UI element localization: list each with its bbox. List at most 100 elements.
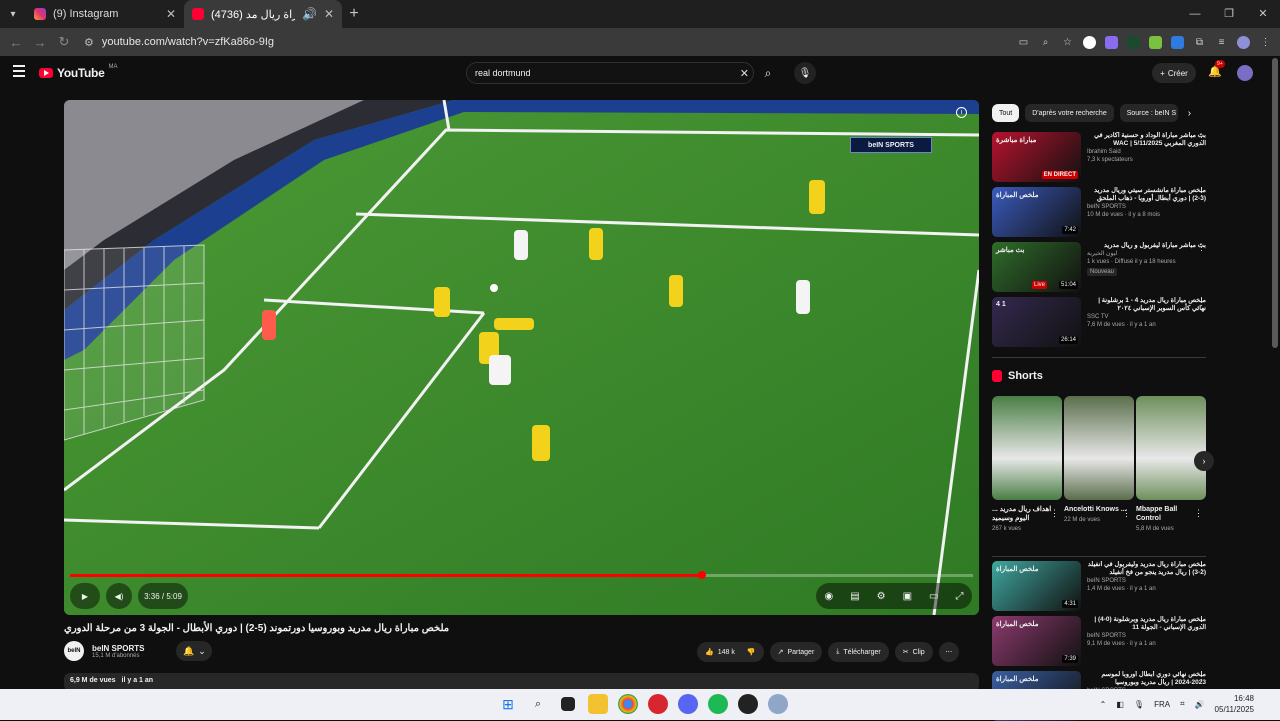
chevron-right-icon[interactable]: › [1188, 108, 1191, 119]
chip-source[interactable]: Source : beIN S [1119, 104, 1178, 122]
video-thumbnail[interactable]: 4 1 26:14 [992, 297, 1081, 347]
extension-3-icon[interactable] [1127, 35, 1140, 49]
channel-name[interactable]: beIN SPORTS [1087, 577, 1206, 585]
recommended-video[interactable]: مباراة مباشرة EN DIRECT بث مباشر مباراة ال… [992, 132, 1206, 182]
bookmark-star-icon[interactable]: ☆ [1061, 36, 1074, 49]
url-field[interactable]: ⚙ youtube.com/watch?v=zfKa86o-9Ig [84, 31, 964, 53]
account-avatar[interactable] [1237, 65, 1253, 81]
recommended-video[interactable]: ملخص المباراة 4:31 ملخص مباراة ريال مدريد … [992, 561, 1206, 611]
search-input[interactable]: real dortmund ✕ [466, 62, 754, 84]
video-title[interactable]: ملخص مباراة ريال مدريد وبرشلونة (0-4) | … [1087, 616, 1206, 632]
chip-all[interactable]: Tout [992, 104, 1020, 122]
more-options-icon[interactable]: ⋮ [1197, 616, 1206, 627]
app-dark-icon[interactable] [738, 694, 758, 714]
tray-app-icon[interactable]: ◧ [1116, 700, 1124, 709]
video-thumbnail[interactable]: ملخص المباراة 7:42 [992, 187, 1081, 237]
more-options-icon[interactable]: ⋮ [1197, 561, 1206, 572]
more-options-icon[interactable]: ⋮ [1197, 187, 1206, 198]
video-title[interactable]: بث مباشر مباراة ليفربول و ريال مدريد [1087, 242, 1206, 250]
language-indicator[interactable]: FRA [1154, 700, 1170, 709]
more-options-icon[interactable]: ⋮ [1050, 508, 1059, 519]
short-thumbnail[interactable] [1064, 396, 1134, 500]
more-options-icon[interactable]: ⋮ [1194, 508, 1203, 519]
video-thumbnail[interactable]: بث مباشر Live 51:04 [992, 242, 1081, 292]
search-icon[interactable]: ⌕ [756, 62, 780, 84]
extension-4-icon[interactable] [1149, 35, 1162, 49]
site-info-icon[interactable]: ⚙ [84, 36, 94, 49]
profile-avatar[interactable] [1237, 35, 1250, 49]
video-thumbnail[interactable]: ملخص المباراة 7:39 [992, 616, 1081, 666]
close-tab-icon[interactable]: ✕ [324, 7, 334, 21]
extension-2-icon[interactable] [1105, 35, 1118, 49]
video-thumbnail[interactable]: مباراة مباشرة EN DIRECT [992, 132, 1081, 182]
forward-icon[interactable]: → [28, 35, 52, 50]
create-button[interactable]: + Créer [1152, 63, 1196, 83]
more-actions-icon[interactable]: ⋯ [938, 642, 959, 662]
microphone-icon[interactable]: 🎙 [794, 62, 816, 84]
app-red-icon[interactable] [648, 694, 668, 714]
chip-related-search[interactable]: D'après votre recherche [1025, 104, 1114, 122]
subscribed-bell-button[interactable]: 🔔 ⌄ [176, 641, 213, 661]
chrome-icon[interactable] [618, 694, 638, 714]
short-title[interactable]: Ancelotti Knows ... [1064, 505, 1130, 514]
network-icon[interactable]: ⌗ [1180, 699, 1185, 709]
clip-button[interactable]: ✂ Clip [894, 642, 933, 662]
extension-5-icon[interactable] [1171, 35, 1184, 49]
miniplayer-icon[interactable]: ▣ [903, 591, 912, 602]
close-tab-icon[interactable]: ✕ [166, 7, 176, 21]
cast-icon[interactable]: ▭ [929, 591, 938, 602]
recommended-video[interactable]: ملخص المباراة 7:42 ملخص مباراة مانشستر سيت… [992, 187, 1206, 237]
volume-icon[interactable]: ◀) [106, 583, 132, 609]
back-icon[interactable]: ← [4, 35, 28, 50]
reading-list-icon[interactable]: ≡ [1215, 36, 1228, 49]
minimize-icon[interactable]: — [1178, 0, 1212, 28]
recommended-video[interactable]: 4 1 26:14 ملخص مباراة ريال مدريد 4 - 1 برش… [992, 297, 1206, 347]
video-title[interactable]: ملخص مباراة ريال مدريد وليفربول في أنفيل… [1087, 561, 1206, 577]
short-thumbnail[interactable] [1136, 396, 1206, 500]
new-tab-button[interactable]: + [342, 5, 366, 23]
extensions-puzzle-icon[interactable]: ⧉ [1193, 36, 1206, 49]
tray-mic-icon[interactable]: 🎙 [1134, 700, 1144, 709]
clear-search-icon[interactable]: ✕ [740, 67, 749, 80]
more-options-icon[interactable]: ⋮ [1122, 508, 1131, 519]
discord-icon[interactable] [678, 694, 698, 714]
download-button[interactable]: ⤓ Télécharger [828, 642, 889, 662]
reload-icon[interactable]: ↻ [52, 34, 76, 50]
thumbs-down-icon[interactable]: 👎 [747, 648, 756, 656]
tab-search-icon[interactable]: ▾ [0, 0, 26, 28]
info-icon[interactable]: i [956, 107, 967, 118]
settings-icon[interactable]: ⚙ [877, 591, 886, 602]
speaker-icon[interactable]: 🔊 [302, 7, 317, 21]
fullscreen-icon[interactable]: ⤢ [955, 591, 963, 602]
youtube-logo[interactable]: YouTube MA [39, 64, 117, 80]
subtitles-icon[interactable]: ▤ [850, 591, 859, 602]
short-title[interactable]: اهداف ريال مدريد ... اليوم وسيميد [992, 505, 1058, 523]
more-options-icon[interactable]: ⋮ [1197, 132, 1206, 143]
restore-icon[interactable]: ❐ [1212, 0, 1246, 28]
recommended-video[interactable]: ملخص المباراة 7:39 ملخص مباراة ريال مدريد … [992, 616, 1206, 666]
channel-name[interactable]: beIN SPORTS [1087, 632, 1206, 640]
more-options-icon[interactable]: ⋮ [1197, 297, 1206, 308]
close-window-icon[interactable]: ✕ [1246, 0, 1280, 28]
share-button[interactable]: ↗ Partager [769, 642, 823, 662]
zoom-icon[interactable]: ⌕ [1039, 36, 1052, 49]
video-player[interactable]: beIN SPORTS i ▶ ◀) 3:36 / 5:09 ◉ ▤ ⚙ ▣ ▭… [64, 100, 979, 615]
like-button[interactable]: 👍 148 k 👎 [697, 642, 764, 662]
search-icon[interactable]: ⌕ [528, 694, 548, 714]
browser-menu-icon[interactable]: ⋮ [1259, 36, 1272, 49]
play-icon[interactable]: ▶ [70, 583, 100, 609]
channel-name[interactable]: SSC TV [1087, 313, 1206, 321]
channel-name[interactable]: beIN SPORTS [92, 644, 144, 653]
scrollbar[interactable] [1272, 58, 1278, 348]
volume-tray-icon[interactable]: 🔊 [1195, 700, 1205, 709]
video-title[interactable]: بث مباشر مباراة الوداد و حسنية أكادير في… [1087, 132, 1206, 148]
video-title[interactable]: ملخص مباراة مانشستر سيتي وريال مدريد (3-… [1087, 187, 1206, 203]
spotify-icon[interactable] [708, 694, 728, 714]
file-explorer-icon[interactable] [588, 694, 608, 714]
video-thumbnail[interactable]: ملخص المباراة 4:31 [992, 561, 1081, 611]
recommended-video[interactable]: بث مباشر Live 51:04 بث مباشر مباراة ليفربول… [992, 242, 1206, 292]
menu-icon[interactable] [13, 65, 25, 77]
more-options-icon[interactable]: ⋮ [1197, 242, 1206, 253]
extension-1-icon[interactable] [1083, 35, 1096, 49]
tab-youtube[interactable]: (4736) ملخص مباراة ريال مد... 🔊 ✕ [184, 0, 342, 28]
